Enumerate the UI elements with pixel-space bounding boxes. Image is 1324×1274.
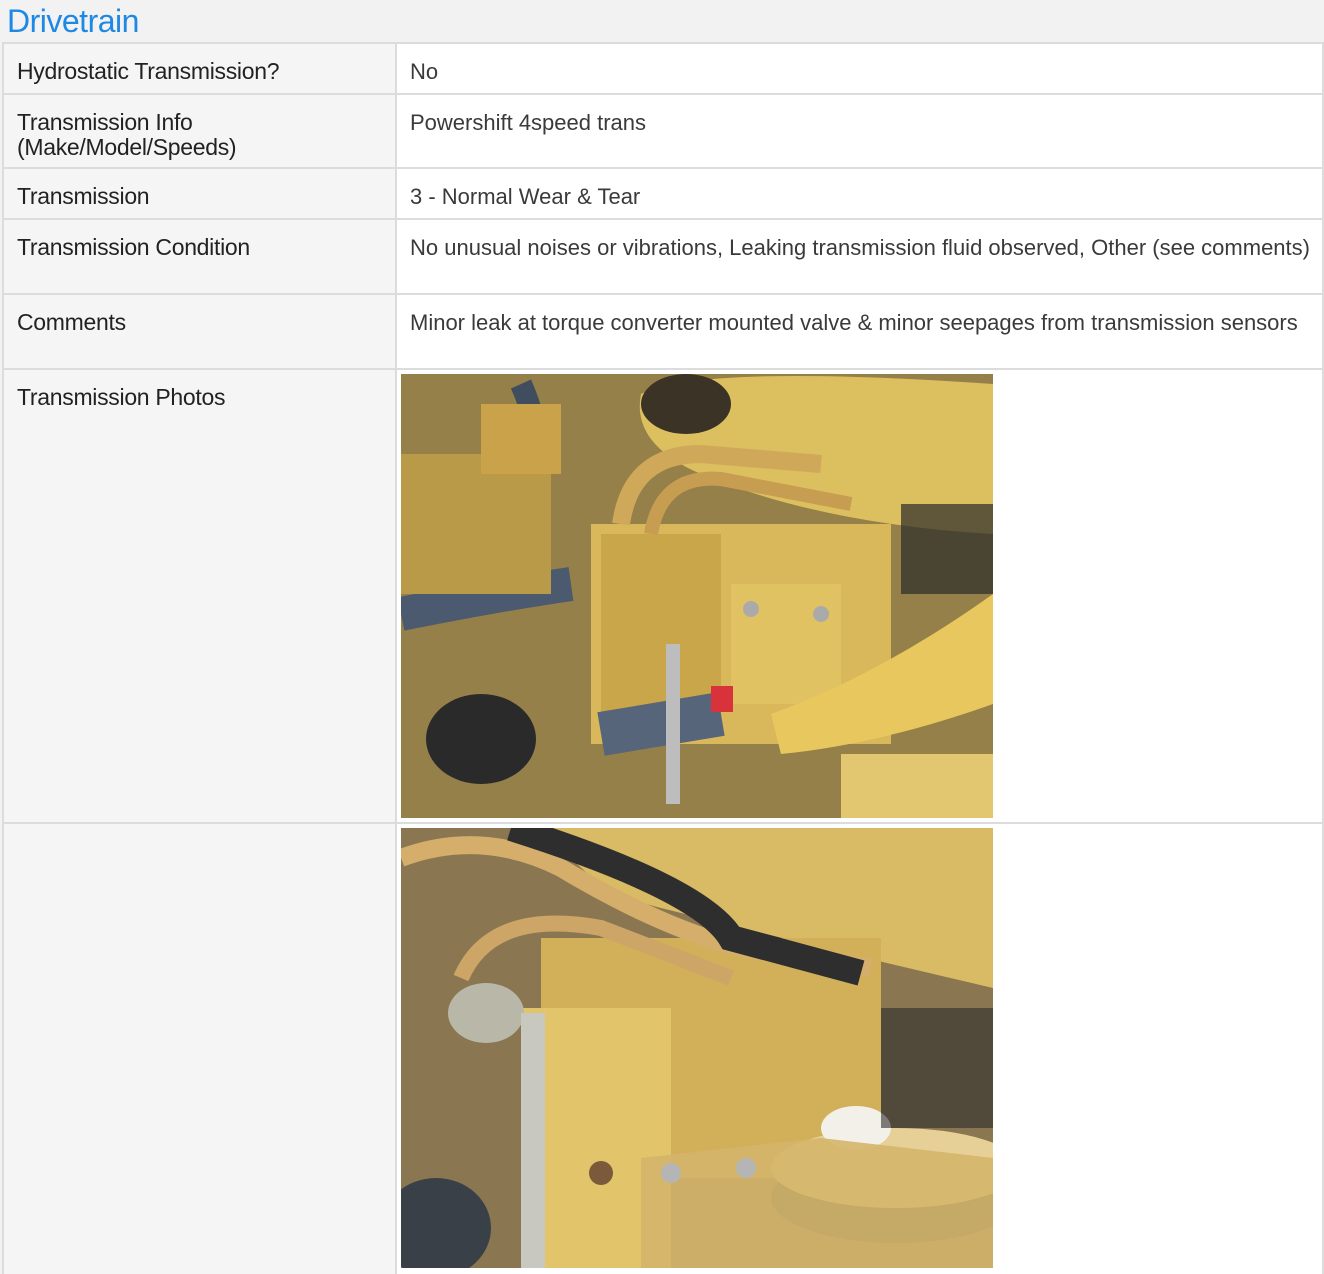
transmission-photo-1[interactable] <box>401 374 993 818</box>
table-row <box>2 824 1324 1274</box>
row-label: Transmission Condition <box>2 220 397 293</box>
table-row: Comments Minor leak at torque converter … <box>2 295 1324 370</box>
transmission-photo-2[interactable] <box>401 828 993 1268</box>
row-value: 3 - Normal Wear & Tear <box>397 169 1324 218</box>
row-label: Transmission Info (Make/Model/Speeds) <box>2 95 397 167</box>
photo-cell <box>397 370 1324 822</box>
row-label: Hydrostatic Transmission? <box>2 44 397 93</box>
table-row: Transmission Condition No unusual noises… <box>2 220 1324 295</box>
row-value: No unusual noises or vibrations, Leaking… <box>397 220 1324 293</box>
row-label: Transmission <box>2 169 397 218</box>
table-row: Transmission 3 - Normal Wear & Tear <box>2 169 1324 220</box>
photo-cell <box>397 824 1324 1274</box>
photo-image <box>401 828 993 1268</box>
row-label: Transmission Photos <box>2 370 397 822</box>
row-label-empty <box>2 824 397 1274</box>
row-value: No <box>397 44 1324 93</box>
section-title: Drivetrain <box>7 3 139 39</box>
drivetrain-table: Hydrostatic Transmission? No Transmissio… <box>2 42 1324 1274</box>
row-label: Comments <box>2 295 397 368</box>
row-value: Minor leak at torque converter mounted v… <box>397 295 1324 368</box>
table-row: Hydrostatic Transmission? No <box>2 44 1324 95</box>
table-row: Transmission Info (Make/Model/Speeds) Po… <box>2 95 1324 169</box>
table-row: Transmission Photos <box>2 370 1324 824</box>
photo-image <box>401 374 993 818</box>
row-value: Powershift 4speed trans <box>397 95 1324 167</box>
